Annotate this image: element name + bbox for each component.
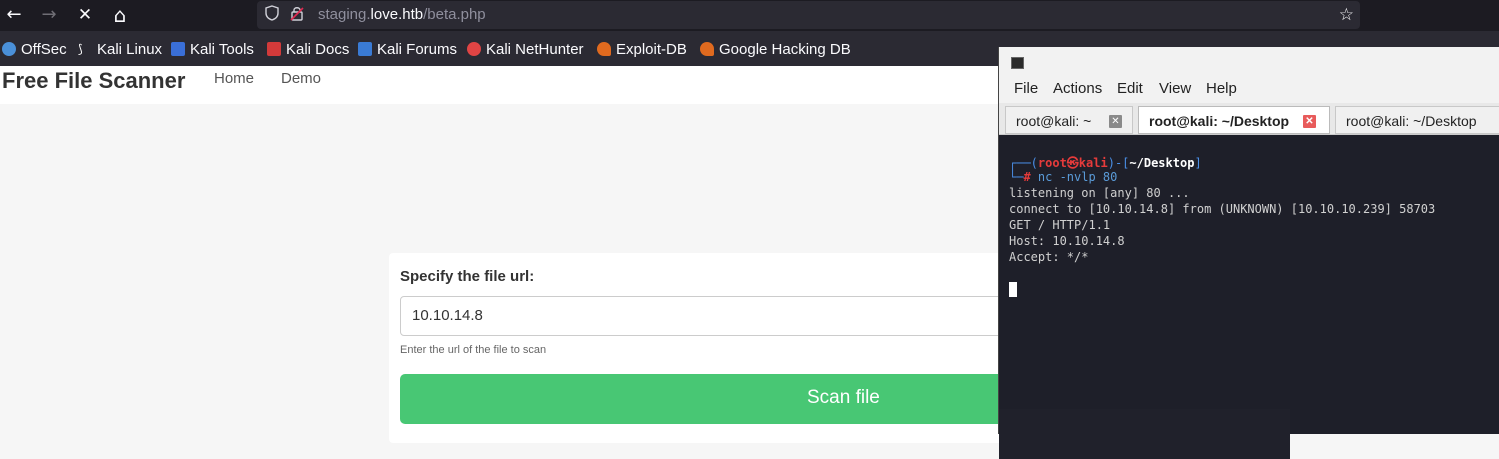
tab-close-icon[interactable]: ✕ [1109,115,1122,128]
url-text[interactable]: staging.love.htb/beta.php [318,6,486,23]
bookmark-offsec[interactable]: OffSec [2,40,67,58]
kali-docs-icon [267,42,281,56]
scan-file-button-label: Scan file [807,387,880,408]
output-line: Host: 10.10.14.8 [1009,234,1125,248]
kali-tools-icon [171,42,185,56]
file-url-input[interactable]: 10.10.14.8 [400,296,1040,336]
kali-forums-icon [358,42,372,56]
prompt-mid: )-[ [1107,156,1130,170]
terminal-shadow-panel [999,409,1290,459]
insecure-lock-icon[interactable] [288,5,306,23]
url-host: love.htb [370,6,424,23]
bookmark-kali-docs[interactable]: Kali Docs [267,40,349,58]
prompt-hash-prefix: └─ [1009,170,1024,184]
prompt-open: ┌──( [1009,156,1038,170]
bookmark-label: Kali Linux [97,40,163,58]
tab-label: root@kali: ~/Desktop [1149,113,1290,129]
home-icon[interactable]: ⌂ [108,4,132,26]
tab-close-icon[interactable]: ✕ [1303,115,1316,128]
offsec-icon [2,42,16,56]
prompt-user: root㉿kali [1037,156,1108,170]
terminal-tab-desktop-active[interactable]: root@kali: ~/Desktop ✕ [1138,106,1330,134]
stop-loading-icon[interactable]: ✕ [73,4,97,26]
browser-toolbar: ← → ✕ ⌂ staging.love.htb/beta.php ☆ [0,0,1499,31]
bookmark-kali-nethunter[interactable]: Kali NetHunter [467,40,584,58]
url-prefix: staging. [318,6,371,23]
output-line: GET / HTTP/1.1 [1009,218,1111,232]
bookmark-label: Kali Docs [286,40,350,58]
command-text: nc -nvlp 80 [1030,170,1118,184]
prompt-dir: ~/Desktop [1129,156,1195,170]
bookmark-label: Kali Forums [377,40,458,58]
menu-view[interactable]: View [1159,80,1191,97]
command-line: └─# nc -nvlp 80 [1009,170,1117,184]
ghdb-icon [700,42,714,56]
file-url-help: Enter the url of the file to scan [400,344,547,356]
url-path: /beta.php [423,6,486,23]
file-url-label: Specify the file url: [400,268,535,285]
forward-arrow-icon[interactable]: → [37,4,61,26]
site-navbar: Free File Scanner Home Demo [0,66,1000,104]
back-arrow-icon[interactable]: ← [2,4,26,26]
terminal-tab-home[interactable]: root@kali: ~ ✕ [1005,106,1133,134]
menu-edit[interactable]: Edit [1117,80,1143,97]
menu-actions[interactable]: Actions [1053,80,1102,97]
bookmark-label: Kali Tools [190,40,254,58]
web-page: Free File Scanner Home Demo Specify the … [0,66,1300,443]
nethunter-icon [467,42,481,56]
output-line: Accept: */* [1009,250,1089,264]
bookmark-label: Exploit-DB [616,40,687,58]
scan-form-card: Specify the file url: 10.10.14.8 Enter t… [389,253,1300,443]
bookmark-label: Kali NetHunter [486,40,584,58]
nav-demo-link[interactable]: Demo [281,70,321,87]
bookmark-kali-tools[interactable]: Kali Tools [171,40,254,58]
tab-label: root@kali: ~ [1016,113,1092,129]
output-line: listening on [any] 80 ... [1009,186,1190,200]
site-brand[interactable]: Free File Scanner [2,68,185,94]
terminal-cursor [1009,282,1017,297]
prompt-hash: # [1023,170,1031,184]
terminal-menubar: File Actions Edit View Help [999,73,1499,103]
terminal-titlebar[interactable] [999,47,1499,73]
exploit-db-icon [597,42,611,56]
prompt-close: ] [1194,156,1202,170]
bookmark-kali-forums[interactable]: Kali Forums [358,40,457,58]
address-bar[interactable]: staging.love.htb/beta.php ☆ [257,1,1360,29]
tab-label: root@kali: ~/Desktop [1346,113,1477,129]
nav-home-link[interactable]: Home [214,70,254,87]
terminal-tab-desktop[interactable]: root@kali: ~/Desktop [1335,106,1499,134]
bookmark-exploit-db[interactable]: Exploit-DB [597,40,687,58]
bookmark-star-icon[interactable]: ☆ [1339,5,1354,25]
bookmark-google-hacking-db[interactable]: Google Hacking DB [700,40,851,58]
menu-help[interactable]: Help [1206,80,1237,97]
kali-dragon-icon: ⟆ [78,42,83,56]
terminal-window: File Actions Edit View Help root@kali: ~… [998,47,1499,459]
shield-icon[interactable] [263,5,281,23]
terminal-tab-bar: root@kali: ~ ✕ root@kali: ~/Desktop ✕ ro… [999,103,1499,135]
bookmark-label: OffSec [21,40,67,58]
menu-file[interactable]: File [1014,80,1038,97]
terminal-icon [1011,57,1024,69]
bookmark-label: Google Hacking DB [719,40,851,58]
prompt-line: ┌──(root㉿kali)-[~/Desktop] [1009,154,1202,171]
terminal-output[interactable]: ┌──(root㉿kali)-[~/Desktop] └─# nc -nvlp … [999,135,1499,459]
output-line: connect to [10.10.14.8] from (UNKNOWN) [… [1009,202,1436,216]
bookmark-kali-linux[interactable]: ⟆ Kali Linux [78,40,162,58]
